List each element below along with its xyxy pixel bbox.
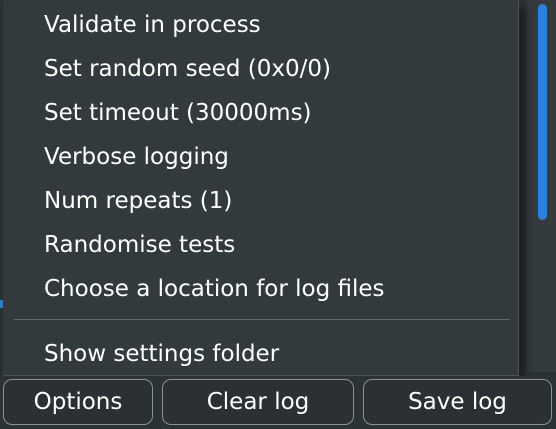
options-button[interactable]: Options <box>3 379 153 425</box>
menu-item-log-location[interactable]: Choose a location for log files <box>44 272 385 306</box>
menu-item-validate-in-process[interactable]: Validate in process <box>44 8 261 42</box>
options-menu: Validate in process Set random seed (0x0… <box>3 0 519 376</box>
menu-item-num-repeats[interactable]: Num repeats (1) <box>44 184 232 218</box>
menu-item-set-random-seed[interactable]: Set random seed (0x0/0) <box>44 52 331 86</box>
menu-item-show-settings-folder[interactable]: Show settings folder <box>44 337 279 371</box>
menu-separator <box>14 319 510 320</box>
save-log-button[interactable]: Save log <box>363 379 552 425</box>
menu-item-set-timeout[interactable]: Set timeout (30000ms) <box>44 96 312 130</box>
log-scrollbar-thumb[interactable] <box>538 4 547 220</box>
menu-item-randomise-tests[interactable]: Randomise tests <box>44 228 235 262</box>
menu-item-verbose-logging[interactable]: Verbose logging <box>44 140 229 174</box>
clear-log-button[interactable]: Clear log <box>162 379 354 425</box>
